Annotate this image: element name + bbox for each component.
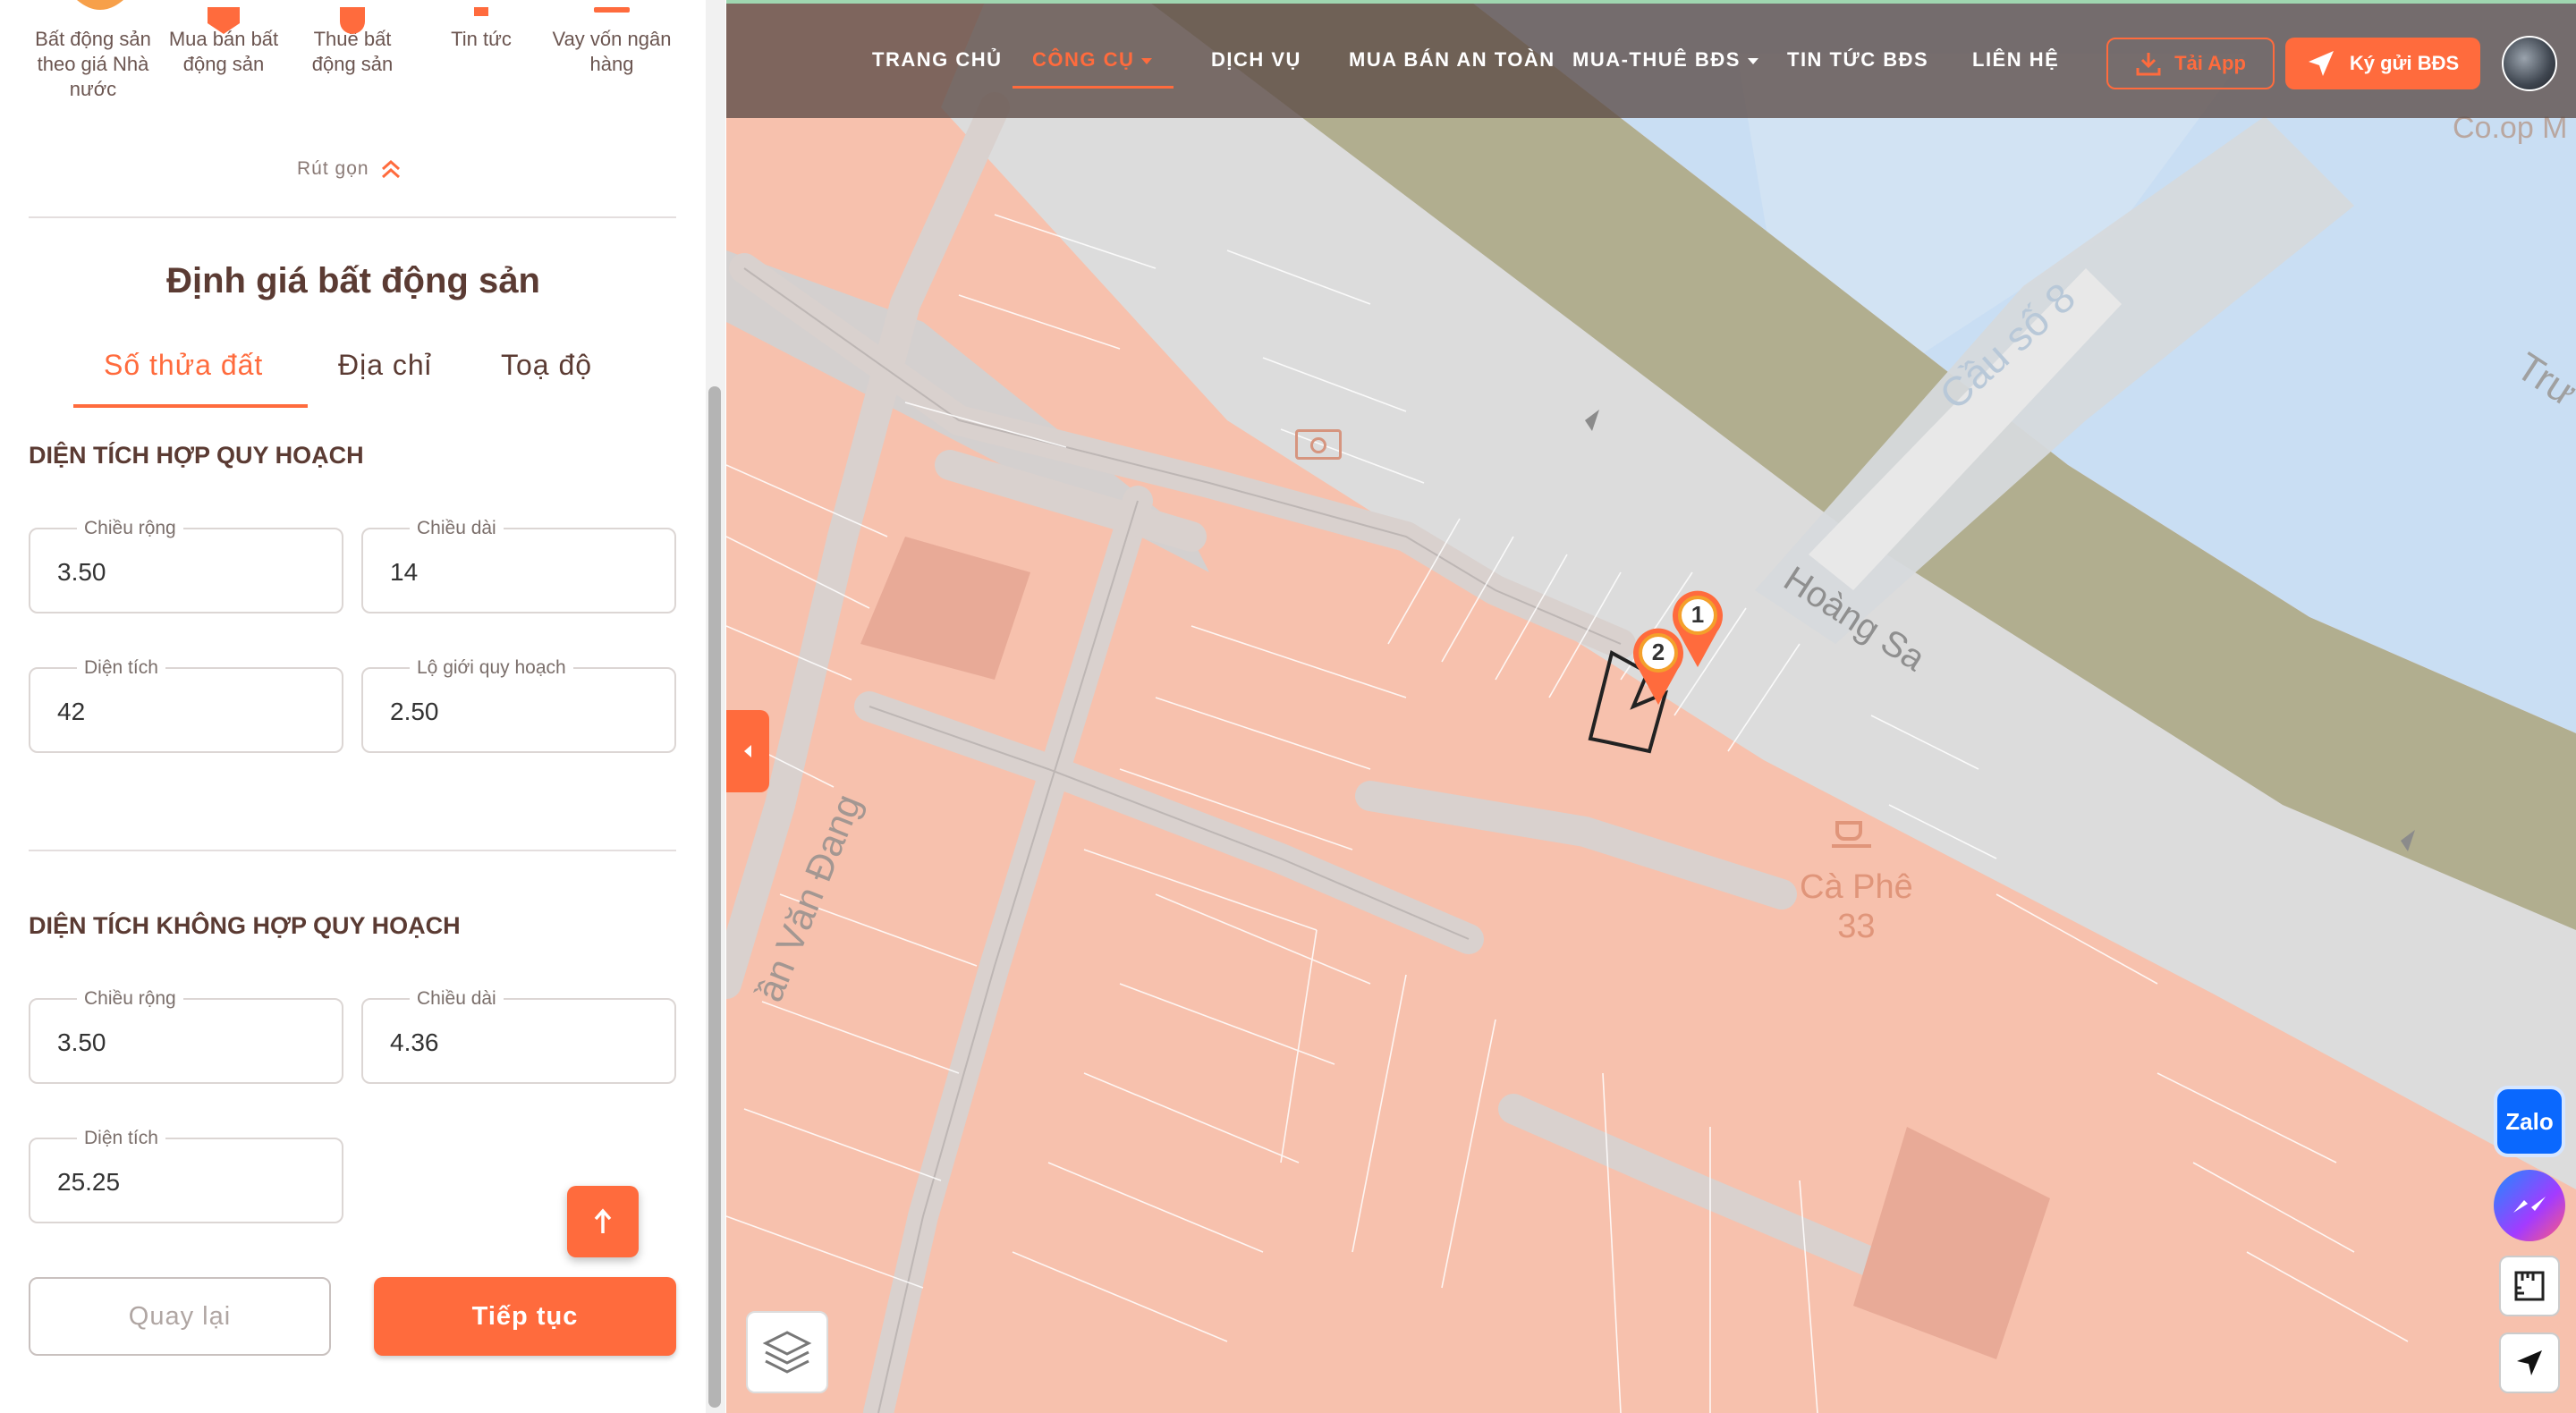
tab-coordinates[interactable]: Toạ độ — [501, 349, 592, 382]
zalo-label: Zalo — [2505, 1107, 2554, 1135]
unplanned-width-field[interactable]: Chiều rộng 3.50 — [29, 988, 343, 1084]
back-button[interactable]: Quay lại — [29, 1277, 331, 1356]
field-label: Chiều dài — [410, 518, 504, 539]
nav-lien-he[interactable]: LIÊN HỆ — [1972, 48, 2059, 72]
cafe-icon — [1832, 814, 1873, 850]
nav-mua-thue-label: MUA-THUÊ BĐS — [1572, 48, 1741, 71]
map-layers-button[interactable] — [746, 1311, 828, 1393]
nav-cong-cu[interactable]: CÔNG CỤ — [1032, 48, 1153, 72]
state-price-icon — [77, 0, 123, 10]
continue-button[interactable]: Tiếp tục — [374, 1277, 676, 1356]
caret-down-icon — [1141, 57, 1153, 64]
planned-setback-field[interactable]: Lộ giới quy hoạch 2.50 — [361, 657, 676, 753]
tab-parcel-number[interactable]: Số thửa đất — [104, 349, 263, 382]
download-icon — [2136, 53, 2161, 76]
unplanned-length-field[interactable]: Chiều dài 4.36 — [361, 988, 676, 1084]
marker-2-label: 2 — [1651, 639, 1665, 665]
field-value: 25.25 — [57, 1168, 121, 1196]
chevron-double-up-icon — [381, 159, 400, 179]
layers-icon — [762, 1331, 812, 1374]
field-label: Lộ giới quy hoạch — [410, 657, 573, 679]
category-label: Bất động sản theo giá Nhà nước — [35, 28, 151, 100]
category-rent[interactable]: Thuê bất động sản — [290, 7, 415, 77]
field-value: 3.50 — [57, 558, 106, 586]
tab-active-indicator — [73, 404, 308, 408]
panel-title: Định giá bất động sản — [166, 261, 540, 300]
messenger-icon — [2513, 1197, 2546, 1213]
map-view[interactable]: Cầu số 8 Hoàng Sa Trư ần Văn Đang Cà Phê… — [726, 0, 2576, 1413]
chevron-left-icon — [744, 745, 751, 757]
download-app-label: Tải App — [2174, 52, 2246, 74]
nav-dich-vu[interactable]: DỊCH VỤ — [1211, 48, 1301, 72]
map-label-cafe: Cà Phê 33 — [1800, 867, 1913, 946]
nav-mua-ban-an-toan[interactable]: MUA BÁN AN TOÀN — [1349, 48, 1555, 72]
bank-loan-icon — [594, 7, 630, 13]
category-news[interactable]: Tin tức — [419, 7, 544, 52]
map-marker-2[interactable]: 2 — [1630, 626, 1687, 706]
planned-width-field[interactable]: Chiều rộng 3.50 — [29, 518, 343, 613]
caret-down-icon — [1747, 57, 1758, 64]
field-value: 4.36 — [390, 1028, 439, 1056]
section-title-planned: DIỆN TÍCH HỢP QUY HOẠCH — [29, 442, 364, 469]
collapse-categories-button[interactable]: Rút gọn — [297, 158, 402, 180]
category-state-price[interactable]: Bất động sản theo giá Nhà nước — [30, 27, 156, 102]
section-title-unplanned: DIỆN TÍCH KHÔNG HỢP QUY HOẠCH — [29, 912, 461, 939]
side-panel: Bất động sản theo giá Nhà nước Mua bán b… — [0, 0, 725, 1413]
field-label: Diện tích — [77, 1128, 165, 1149]
field-label: Chiều rộng — [77, 518, 183, 539]
field-value: 14 — [390, 558, 419, 586]
zalo-button[interactable]: Zalo — [2494, 1086, 2565, 1157]
collapse-label: Rút gọn — [297, 158, 369, 179]
tab-address[interactable]: Địa chỉ — [338, 349, 432, 382]
send-icon — [2308, 51, 2334, 76]
bank-icon — [1295, 429, 1342, 460]
cafe-name: Cà Phê — [1800, 868, 1913, 906]
nav-cong-cu-label: CÔNG CỤ — [1032, 48, 1135, 71]
field-label: Chiều dài — [410, 988, 504, 1010]
field-value: 2.50 — [390, 698, 439, 725]
category-bank-loan[interactable]: Vay vốn ngân hàng — [549, 7, 674, 77]
ruler-button[interactable] — [2499, 1256, 2560, 1316]
unplanned-area-field[interactable]: Diện tích 25.25 — [29, 1128, 343, 1223]
field-value: 3.50 — [57, 1028, 106, 1056]
field-label: Diện tích — [77, 657, 165, 679]
planned-area-field[interactable]: Diện tích 42 — [29, 657, 343, 753]
planned-length-field[interactable]: Chiều dài 14 — [361, 518, 676, 613]
cafe-number: 33 — [1837, 908, 1876, 945]
user-avatar[interactable] — [2502, 36, 2557, 91]
navigation-arrow-icon — [2517, 1350, 2542, 1375]
nav-mua-thue-bds[interactable]: MUA-THUÊ BĐS — [1572, 48, 1758, 72]
nav-trang-chu[interactable]: TRANG CHỦ — [872, 48, 1003, 72]
arrow-up-icon — [594, 1208, 612, 1233]
deposit-property-button[interactable]: Ký gửi BĐS — [2285, 38, 2480, 89]
panel-collapse-toggle[interactable] — [726, 710, 769, 792]
field-label: Chiều rộng — [77, 988, 183, 1010]
field-value: 42 — [57, 698, 86, 725]
house-tag-icon — [208, 7, 240, 34]
ruler-icon — [2514, 1271, 2545, 1301]
locate-button[interactable] — [2499, 1333, 2560, 1393]
deposit-property-label: Ký gửi BĐS — [2349, 52, 2460, 74]
news-icon — [474, 7, 488, 16]
marker-1-label: 1 — [1690, 601, 1705, 628]
panel-scrollbar-thumb[interactable] — [708, 386, 721, 1408]
search-house-icon — [340, 7, 365, 34]
divider — [29, 216, 676, 218]
nav-active-indicator — [1013, 86, 1174, 89]
divider — [29, 850, 676, 851]
messenger-button[interactable] — [2494, 1170, 2565, 1241]
nav-tin-tuc-bds[interactable]: TIN TỨC BĐS — [1787, 48, 1928, 72]
category-buy-sell[interactable]: Mua bán bất động sản — [161, 7, 286, 77]
top-navigation: TRANG CHỦ CÔNG CỤ DỊCH VỤ MUA BÁN AN TOÀ… — [726, 0, 2576, 118]
download-app-button[interactable]: Tải App — [2106, 38, 2275, 89]
scroll-to-top-button[interactable] — [567, 1186, 639, 1257]
